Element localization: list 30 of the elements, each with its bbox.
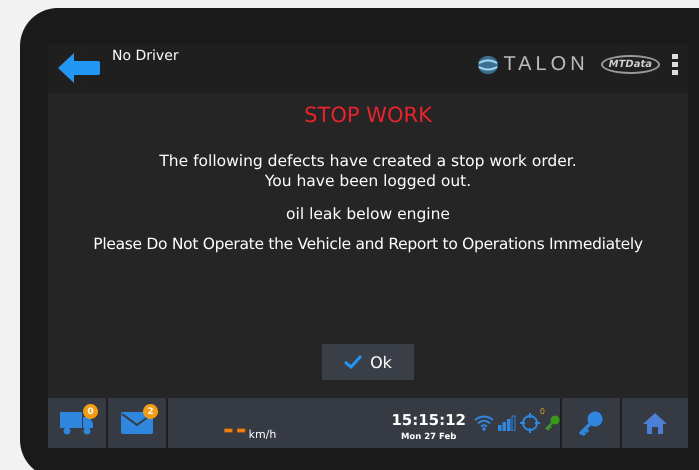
gps-count: 0 — [540, 407, 545, 416]
messages-badge: 2 — [143, 404, 158, 419]
back-arrow-icon[interactable] — [58, 53, 100, 83]
jobs-button[interactable]: 0 — [48, 398, 106, 448]
key-icon — [578, 410, 604, 436]
login-button[interactable] — [562, 398, 620, 448]
brand-logo: MTData — [600, 55, 660, 74]
key-icon — [544, 415, 560, 431]
defect-text: oil leak below engine — [286, 205, 450, 224]
envelope-icon — [121, 412, 153, 434]
signal-icon — [498, 415, 516, 431]
speed-value: -- — [223, 417, 249, 443]
check-icon — [344, 355, 362, 369]
wifi-icon — [474, 415, 494, 431]
speed-unit: km/h — [248, 428, 276, 441]
clock-date: Mon 27 Feb — [400, 432, 456, 442]
dialog-title: STOP WORK — [304, 103, 432, 127]
home-button[interactable] — [622, 398, 688, 448]
ok-button[interactable]: Ok — [322, 344, 414, 380]
gps-target-icon — [520, 413, 540, 433]
jobs-badge: 0 — [83, 404, 98, 419]
messages-button[interactable]: 2 — [108, 398, 166, 448]
menu-icon[interactable] — [672, 54, 678, 76]
warning-text: Please Do Not Operate the Vehicle and Report to Operations Immediately — [93, 235, 643, 254]
logo-text: TALON — [503, 53, 589, 76]
clock-time: 15:15:12 — [391, 410, 466, 428]
globe-logo-icon — [477, 54, 500, 74]
home-icon — [643, 412, 667, 434]
dialog-message: The following defects have created a stop work order. You have been logged out. — [159, 151, 577, 192]
driver-name: No Driver — [112, 48, 180, 64]
